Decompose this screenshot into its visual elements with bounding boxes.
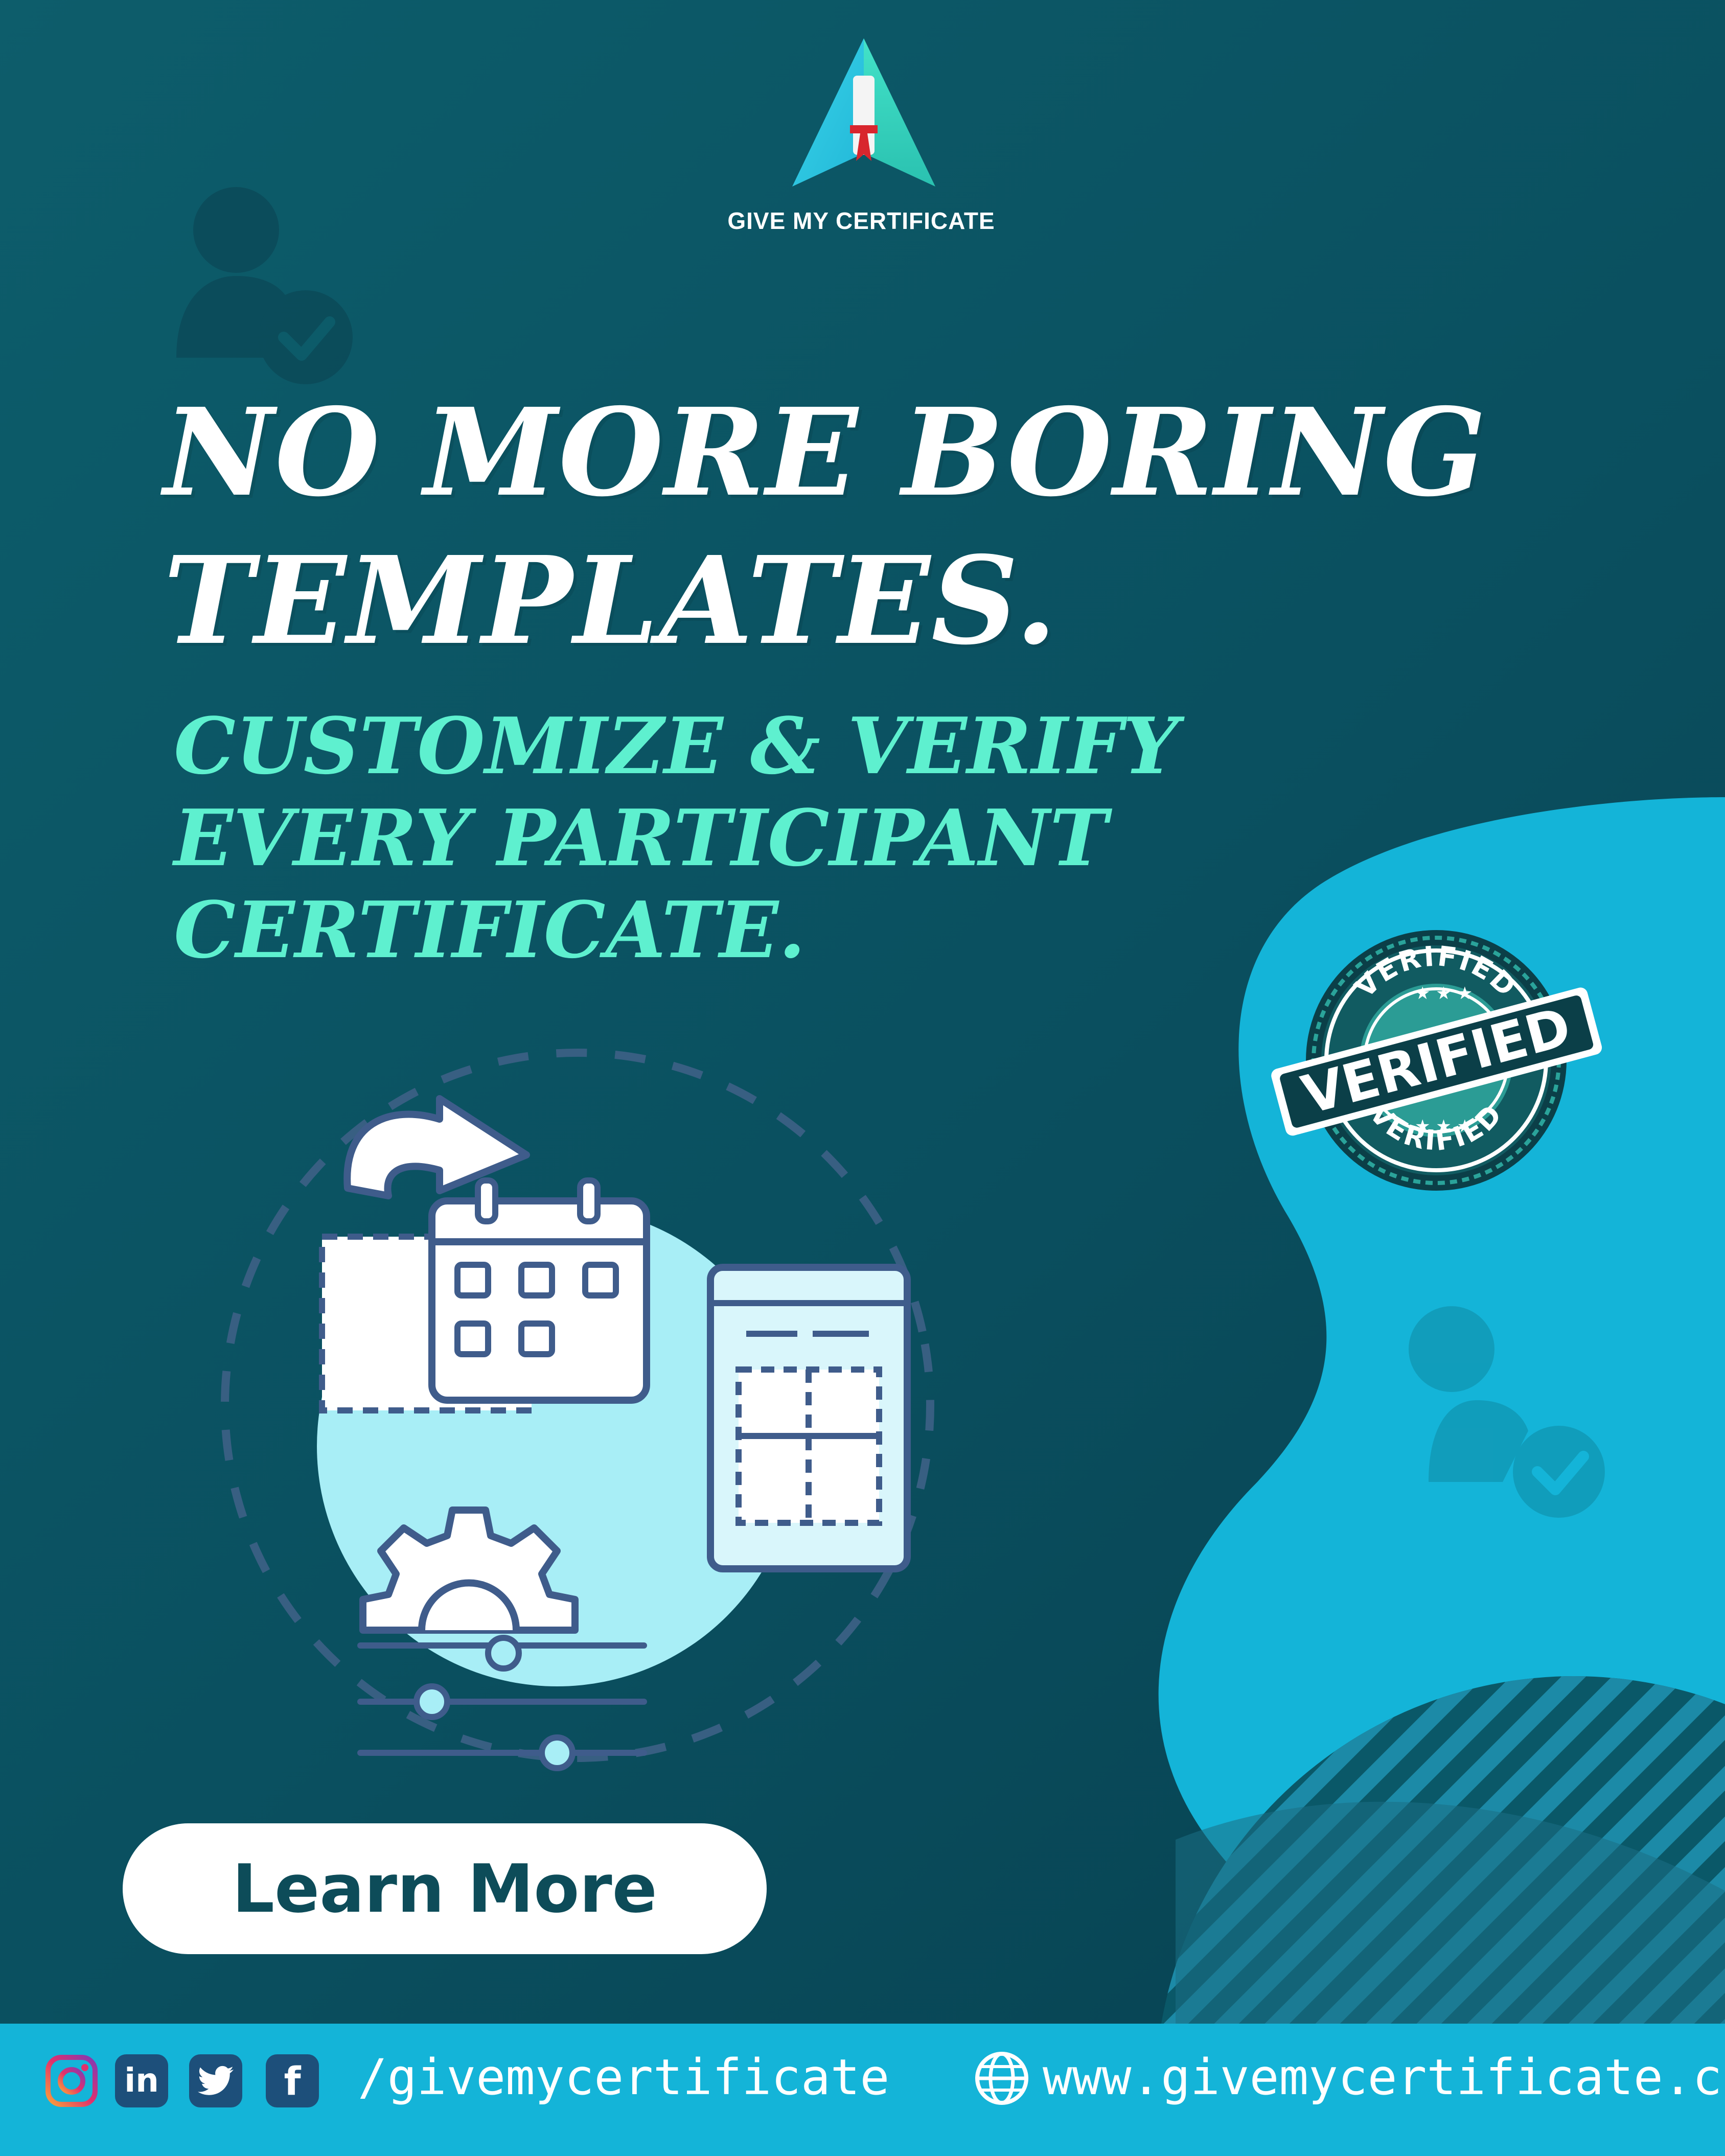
linkedin-icon[interactable]: in bbox=[115, 2054, 168, 2107]
social-handle[interactable]: /givemycertificate bbox=[358, 2044, 889, 2111]
verified-badge-icon: VERIFIED VERIFIED ★ ★ ★ ★ ★ ★ VERIFIED bbox=[1271, 930, 1602, 1191]
globe-icon bbox=[975, 2052, 1028, 2105]
calendar-icon bbox=[428, 1177, 650, 1404]
subheadline-line-2: EVERY PARTICIPANT bbox=[174, 792, 1108, 884]
headline-line-1: NO MORE BORING bbox=[164, 381, 1487, 523]
headline: NO MORE BORING TEMPLATES. bbox=[164, 378, 1487, 675]
brand-name: GIVE MY CERTIFICATE bbox=[727, 207, 995, 234]
facebook-icon[interactable]: f bbox=[266, 2054, 319, 2107]
instagram-icon[interactable] bbox=[45, 2054, 98, 2107]
customization-illustration bbox=[221, 1049, 934, 1771]
svg-text:★ ★ ★: ★ ★ ★ bbox=[1415, 983, 1473, 1004]
svg-text:★ ★ ★: ★ ★ ★ bbox=[1415, 1116, 1473, 1137]
subheadline: CUSTOMIZE & VERIFY EVERY PARTICIPANT CER… bbox=[174, 700, 1179, 976]
footer: in f /givemycertificate www.givemycertif… bbox=[0, 2024, 1725, 2156]
logo-arrow-icon bbox=[792, 38, 935, 187]
subheadline-line-1: CUSTOMIZE & VERIFY bbox=[174, 700, 1179, 792]
redo-arrow-icon bbox=[343, 1095, 530, 1199]
learn-more-button[interactable]: Learn More bbox=[123, 1823, 767, 1954]
poster: GIVE MY CERTIFICATE NO MORE BORING TEMPL… bbox=[0, 0, 1725, 2156]
website-link[interactable]: www.givemycertificate.com bbox=[1043, 2044, 1725, 2111]
twitter-icon[interactable] bbox=[189, 2054, 242, 2107]
mobile-layout-icon bbox=[707, 1264, 911, 1572]
subheadline-line-3: CERTIFICATE. bbox=[174, 884, 806, 976]
brand-logo: GIVE MY CERTIFICATE bbox=[695, 36, 1027, 250]
headline-line-2: TEMPLATES. bbox=[164, 529, 1059, 671]
user-check-icon bbox=[176, 187, 353, 384]
